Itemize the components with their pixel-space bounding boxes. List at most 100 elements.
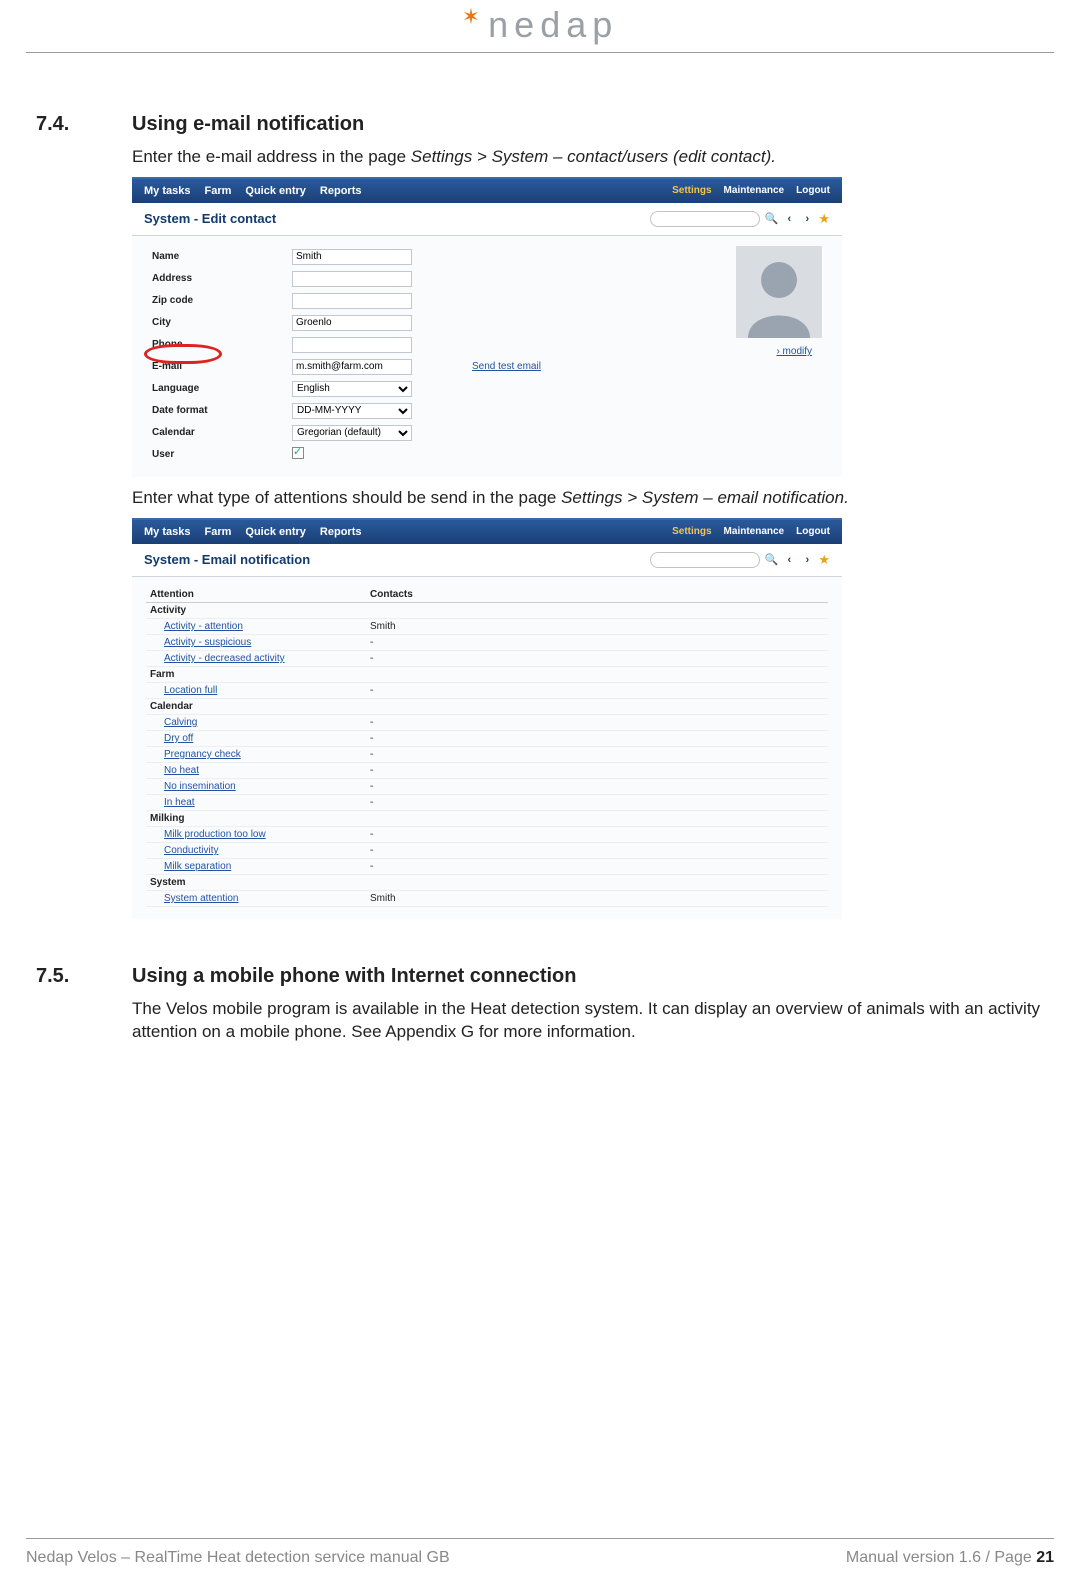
menu-quick-entry[interactable]: Quick entry	[245, 185, 306, 197]
contacts-cell: Smith	[366, 619, 828, 635]
category-label: System	[146, 875, 366, 891]
phone-input[interactable]	[292, 337, 412, 353]
table-row: Activity - decreased activity-	[146, 651, 828, 667]
app-menu-bar: My tasks Farm Quick entry Reports Settin…	[132, 520, 842, 544]
menu-my-tasks[interactable]: My tasks	[144, 185, 190, 197]
city-input[interactable]	[292, 315, 412, 331]
attention-link[interactable]: Activity - attention	[150, 621, 243, 632]
attention-link[interactable]: Pregnancy check	[150, 749, 241, 760]
contacts-cell: -	[366, 731, 828, 747]
form-label: Date format	[146, 400, 286, 422]
table-row: Milking	[146, 811, 828, 827]
contacts-cell	[366, 875, 828, 891]
brand-logo: ✶nedap	[26, 0, 1054, 52]
col-header-attention: Attention	[146, 587, 366, 603]
menu-maintenance[interactable]: Maintenance	[724, 185, 785, 196]
attention-link[interactable]: Location full	[150, 685, 217, 696]
attention-link[interactable]: Activity - suspicious	[150, 637, 251, 648]
attention-link[interactable]: Activity - decreased activity	[150, 653, 285, 664]
prev-icon[interactable]: ‹	[782, 553, 796, 567]
favorite-star-icon[interactable]: ★	[818, 552, 830, 568]
language-select[interactable]: English	[292, 381, 412, 397]
star-icon: ✶	[462, 4, 486, 29]
form-label: Address	[146, 268, 286, 290]
menu-farm[interactable]: Farm	[204, 185, 231, 197]
table-row: System	[146, 875, 828, 891]
app-menu-bar: My tasks Farm Quick entry Reports Settin…	[132, 179, 842, 203]
user-checkbox[interactable]	[292, 447, 304, 459]
name-input[interactable]	[292, 249, 412, 265]
attention-link[interactable]: Milk separation	[150, 861, 231, 872]
table-row: In heat -	[146, 795, 828, 811]
form-row: CalendarGregorian (default)	[146, 422, 828, 444]
section-number-74: 7.4.	[36, 113, 132, 136]
contacts-cell	[366, 811, 828, 827]
table-row: Activity	[146, 603, 828, 619]
menu-quick-entry[interactable]: Quick entry	[245, 526, 306, 538]
search-input[interactable]	[650, 552, 760, 568]
next-icon[interactable]: ›	[800, 212, 814, 226]
table-row: Pregnancy check-	[146, 747, 828, 763]
modify-link[interactable]: modify	[776, 346, 812, 357]
form-label: User	[146, 444, 286, 465]
menu-maintenance[interactable]: Maintenance	[724, 526, 785, 537]
category-label: Milking	[146, 811, 366, 827]
prev-icon[interactable]: ‹	[782, 212, 796, 226]
page-title: System - Email notification	[144, 552, 310, 567]
attention-link[interactable]: Conductivity	[150, 845, 218, 856]
form-row: User	[146, 444, 828, 465]
screenshot-edit-contact: My tasks Farm Quick entry Reports Settin…	[132, 177, 842, 477]
search-icon[interactable]: 🔍	[764, 553, 778, 567]
attention-link[interactable]: No heat	[150, 765, 199, 776]
menu-settings[interactable]: Settings	[672, 185, 711, 196]
contacts-cell	[366, 699, 828, 715]
contacts-cell: -	[366, 795, 828, 811]
e-mail-input[interactable]	[292, 359, 412, 375]
date-format-select[interactable]: DD-MM-YYYY	[292, 403, 412, 419]
table-row: Location full-	[146, 683, 828, 699]
form-label: Phone	[146, 334, 286, 356]
category-label: Activity	[146, 603, 366, 619]
favorite-star-icon[interactable]: ★	[818, 211, 830, 227]
menu-reports[interactable]: Reports	[320, 185, 362, 197]
menu-my-tasks[interactable]: My tasks	[144, 526, 190, 538]
form-row: City	[146, 312, 828, 334]
table-row: Farm	[146, 667, 828, 683]
intro-paragraph-74: Enter the e-mail address in the page Set…	[132, 146, 1044, 169]
menu-logout[interactable]: Logout	[796, 526, 830, 537]
menu-settings[interactable]: Settings	[672, 526, 711, 537]
search-icon[interactable]: 🔍	[764, 212, 778, 226]
table-row: Activity - suspicious-	[146, 635, 828, 651]
menu-logout[interactable]: Logout	[796, 185, 830, 196]
attention-link[interactable]: Dry off	[150, 733, 193, 744]
menu-farm[interactable]: Farm	[204, 526, 231, 538]
send-test-email-link[interactable]: Send test email	[472, 361, 541, 372]
section-title-74: Using e-mail notification	[132, 113, 364, 136]
form-row: Date format DD-MM-YYYY	[146, 400, 828, 422]
attention-link[interactable]: No insemination	[150, 781, 236, 792]
next-icon[interactable]: ›	[800, 553, 814, 567]
screenshot-email-notification: My tasks Farm Quick entry Reports Settin…	[132, 518, 842, 919]
calendar-select[interactable]: Gregorian (default)	[292, 425, 412, 441]
table-row: Dry off -	[146, 731, 828, 747]
table-row: Activity - attention Smith	[146, 619, 828, 635]
footer-left: Nedap Velos – RealTime Heat detection se…	[26, 1549, 450, 1567]
form-label: E-mail	[146, 356, 286, 378]
table-row: No heat-	[146, 763, 828, 779]
table-row: System attentionSmith	[146, 891, 828, 907]
attention-link[interactable]: Calving	[150, 717, 197, 728]
category-label: Calendar	[146, 699, 366, 715]
table-row: Calving-	[146, 715, 828, 731]
form-row: Phone	[146, 334, 828, 356]
search-input[interactable]	[650, 211, 760, 227]
menu-reports[interactable]: Reports	[320, 526, 362, 538]
attention-link[interactable]: In heat	[150, 797, 195, 808]
form-label: Language	[146, 378, 286, 400]
attention-link[interactable]: Milk production too low	[150, 829, 266, 840]
form-row: Address	[146, 268, 828, 290]
address-input[interactable]	[292, 271, 412, 287]
zip-code-input[interactable]	[292, 293, 412, 309]
section-number-75: 7.5.	[36, 965, 132, 988]
form-label: Zip code	[146, 290, 286, 312]
attention-link[interactable]: System attention	[150, 893, 238, 904]
